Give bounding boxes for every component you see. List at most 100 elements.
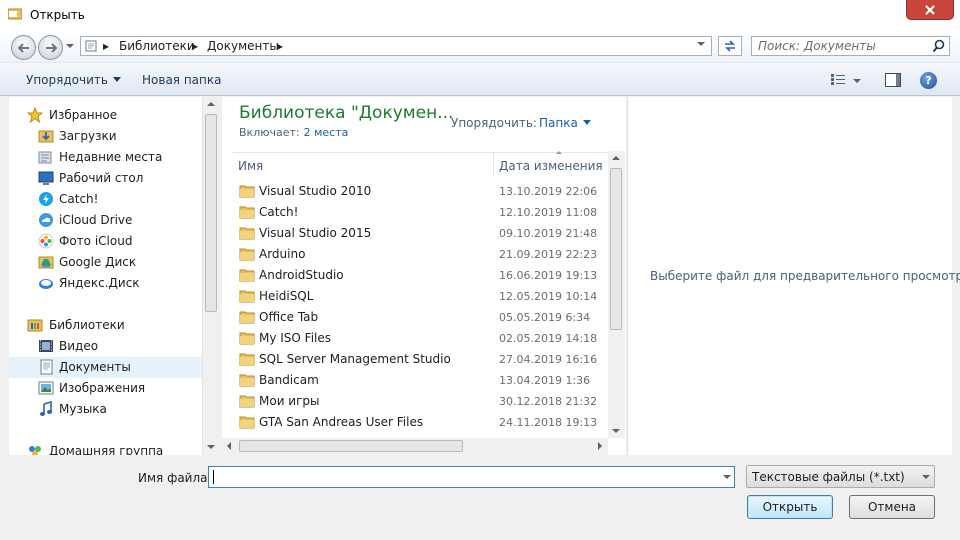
nav-item-label: iCloud Drive bbox=[59, 213, 133, 227]
nav-item-label: Загрузки bbox=[59, 129, 117, 143]
filename-history-dropdown[interactable] bbox=[723, 475, 731, 479]
file-row[interactable]: GTA San Andreas User Files 24.11.2018 19:… bbox=[233, 412, 608, 433]
close-icon bbox=[925, 4, 935, 15]
music-icon bbox=[40, 401, 52, 416]
file-date-modified: 12.10.2019 11:08 bbox=[499, 206, 598, 219]
folder-icon bbox=[239, 332, 255, 345]
homegroup-icon bbox=[29, 446, 41, 455]
chevron-down-icon bbox=[112, 77, 121, 82]
refresh-icon bbox=[725, 40, 735, 52]
filename-input[interactable] bbox=[208, 466, 735, 488]
open-button[interactable]: Открыть bbox=[747, 495, 833, 519]
forward-button[interactable] bbox=[38, 35, 63, 60]
file-name: Arduino bbox=[259, 247, 306, 261]
recent-places-icon bbox=[38, 151, 52, 164]
organize-menu[interactable]: Упорядочить bbox=[26, 73, 121, 87]
nav-item-documents[interactable]: Документы bbox=[9, 357, 202, 378]
file-type-select[interactable]: Текстовые файлы (*.txt) bbox=[746, 465, 935, 488]
search-input[interactable]: Поиск: Документы bbox=[751, 36, 950, 56]
file-row[interactable]: My ISO Files 02.05.2019 14:18 bbox=[233, 328, 608, 349]
file-row[interactable]: AndroidStudio 16.06.2019 19:13 bbox=[233, 265, 608, 286]
documents-icon bbox=[40, 359, 53, 375]
breadcrumb-documents[interactable]: Документы bbox=[207, 39, 279, 53]
nav-item-label: Документы bbox=[59, 360, 131, 374]
file-row[interactable]: Visual Studio 2015 09.10.2019 21:48 bbox=[233, 223, 608, 244]
file-row[interactable]: SQL Server Management Studio 27.04.2019 1… bbox=[233, 349, 608, 370]
file-name: HeidiSQL bbox=[259, 289, 314, 303]
nav-homegroup-label: Домашняя группа bbox=[49, 444, 164, 455]
file-date-modified: 09.10.2019 21:48 bbox=[499, 227, 598, 240]
nav-item-label: Google Диск bbox=[59, 255, 137, 269]
file-list-vertical-scrollbar[interactable] bbox=[608, 151, 625, 438]
scroll-up-arrow[interactable] bbox=[207, 102, 215, 106]
nav-item-video[interactable]: Видео bbox=[9, 336, 202, 357]
file-row[interactable]: Catch! 12.10.2019 11:08 bbox=[233, 202, 608, 223]
view-mode-icon[interactable] bbox=[831, 74, 845, 86]
nav-item-music[interactable]: Музыка bbox=[9, 399, 202, 420]
nav-item-catch[interactable]: Catch! bbox=[9, 189, 202, 210]
column-header: Имя Дата изменения bbox=[233, 151, 608, 177]
navigation-scroll-thumb[interactable] bbox=[205, 114, 217, 312]
recent-locations-dropdown[interactable] bbox=[66, 44, 74, 48]
nav-item-desktop[interactable]: Рабочий стол bbox=[9, 168, 202, 189]
nav-item-icloud-drive[interactable]: iCloud Drive bbox=[9, 210, 202, 231]
close-button[interactable] bbox=[906, 0, 954, 20]
nav-favorites[interactable]: Избранное bbox=[9, 105, 202, 126]
file-row[interactable]: HeidiSQL 12.05.2019 10:14 bbox=[233, 286, 608, 307]
file-list-horizontal-scrollbar[interactable] bbox=[222, 438, 608, 455]
file-row[interactable]: Visual Studio 2010 13.10.2019 22:06 bbox=[233, 181, 608, 202]
scroll-down-arrow[interactable] bbox=[207, 445, 215, 449]
library-locations-link[interactable]: 2 места bbox=[304, 126, 349, 139]
breadcrumb-libraries[interactable]: Библиотеки bbox=[119, 39, 195, 53]
column-name[interactable]: Имя bbox=[238, 159, 263, 173]
file-date-modified: 27.04.2019 16:16 bbox=[499, 353, 598, 366]
nav-libraries[interactable]: Библиотеки bbox=[9, 315, 202, 336]
address-history-dropdown[interactable] bbox=[697, 42, 705, 46]
forward-arrow-icon bbox=[45, 42, 57, 53]
view-mode-dropdown[interactable] bbox=[853, 79, 861, 83]
nav-item-icloud-photos[interactable]: Фото iCloud bbox=[9, 231, 202, 252]
horizontal-scroll-thumb[interactable] bbox=[239, 440, 463, 452]
search-icon[interactable] bbox=[932, 39, 945, 53]
folder-icon bbox=[239, 374, 255, 387]
nav-libraries-label: Библиотеки bbox=[49, 318, 125, 332]
preview-pane-toggle-icon[interactable] bbox=[885, 73, 901, 87]
file-name: GTA San Andreas User Files bbox=[259, 415, 424, 429]
nav-item-recent-places[interactable]: Недавние места bbox=[9, 147, 202, 168]
column-divider[interactable] bbox=[493, 153, 494, 177]
navigation-scrollbar[interactable] bbox=[202, 97, 219, 455]
breadcrumb-separator[interactable]: ▸ bbox=[192, 39, 198, 53]
file-name: AndroidStudio bbox=[259, 268, 344, 282]
nav-item-google-drive[interactable]: Google Диск bbox=[9, 252, 202, 273]
scroll-down-arrow[interactable] bbox=[612, 429, 620, 433]
arrange-by-dropdown[interactable]: Папка bbox=[539, 116, 591, 130]
folder-icon bbox=[239, 311, 255, 324]
nav-homegroup[interactable]: Домашняя группа bbox=[9, 441, 202, 455]
breadcrumb-separator[interactable]: ▸ bbox=[277, 39, 283, 53]
help-icon[interactable]: ? bbox=[920, 72, 937, 89]
column-date-modified[interactable]: Дата изменения bbox=[499, 159, 603, 173]
images-icon bbox=[38, 381, 54, 395]
folder-icon bbox=[239, 269, 255, 282]
file-list-pane: Библиотека "Докумен... Включает: 2 места … bbox=[222, 97, 626, 455]
file-row[interactable]: Мои игры 30.12.2018 21:32 bbox=[233, 391, 608, 412]
scroll-left-arrow[interactable] bbox=[227, 442, 231, 450]
address-box[interactable]: ▸ Библиотеки ▸ Документы ▸ bbox=[80, 36, 712, 56]
nav-item-yandex-disk[interactable]: Яндекс.Диск bbox=[9, 273, 202, 294]
file-row[interactable]: Arduino 21.09.2019 22:23 bbox=[233, 244, 608, 265]
refresh-button[interactable] bbox=[718, 36, 742, 56]
nav-item-downloads[interactable]: Загрузки bbox=[9, 126, 202, 147]
file-list-scroll-thumb[interactable] bbox=[610, 168, 622, 330]
file-row[interactable]: Office Tab 05.05.2019 6:34 bbox=[233, 307, 608, 328]
file-row[interactable]: Bandicam 13.04.2019 1:36 bbox=[233, 370, 608, 391]
catch-icon bbox=[39, 192, 53, 206]
folder-icon bbox=[239, 248, 255, 261]
scroll-right-arrow[interactable] bbox=[598, 442, 602, 450]
new-folder-button[interactable]: Новая папка bbox=[142, 73, 221, 87]
nav-item-images[interactable]: Изображения bbox=[9, 378, 202, 399]
google-drive-icon bbox=[38, 256, 54, 269]
breadcrumb-separator[interactable]: ▸ bbox=[103, 39, 109, 53]
scroll-up-arrow[interactable] bbox=[612, 156, 620, 160]
back-button[interactable] bbox=[11, 35, 36, 60]
cancel-button[interactable]: Отмена bbox=[849, 495, 935, 519]
